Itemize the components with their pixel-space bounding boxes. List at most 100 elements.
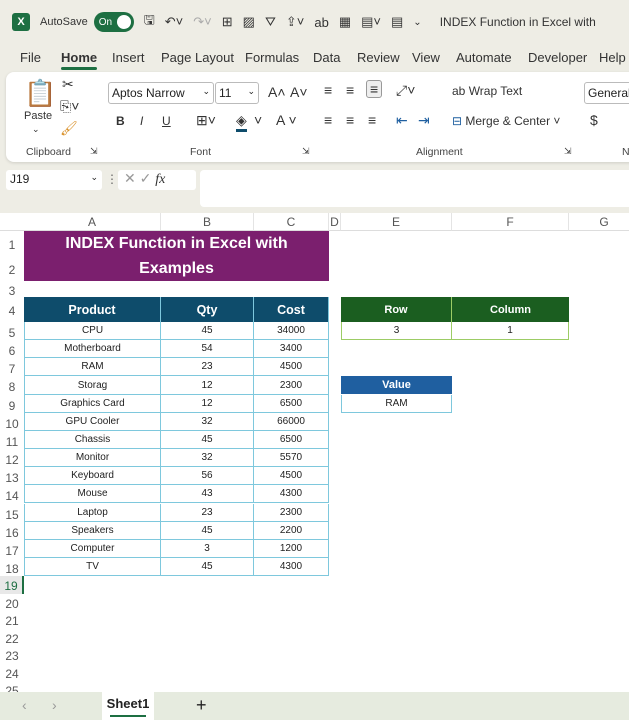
- column-header-c[interactable]: C: [254, 213, 329, 231]
- row-header-23[interactable]: 23: [0, 646, 24, 664]
- table-cell[interactable]: Motherboard: [24, 340, 161, 359]
- table-cell[interactable]: TV: [24, 557, 161, 577]
- copy-icon[interactable]: ⎘˅: [60, 98, 79, 115]
- customize-toolbar-icon[interactable]: ⌄: [413, 17, 421, 28]
- borders-icon[interactable]: ⊞: [222, 14, 233, 30]
- currency-button[interactable]: $: [590, 112, 598, 128]
- row-header-11[interactable]: 11: [0, 430, 24, 450]
- row-header-18[interactable]: 18: [0, 557, 24, 577]
- font-size-select[interactable]: 11 ⌄: [215, 82, 259, 104]
- value-header[interactable]: Value: [341, 376, 452, 395]
- value-result[interactable]: RAM: [341, 394, 452, 413]
- table-cell[interactable]: 66000: [254, 412, 329, 431]
- select-all-corner[interactable]: [0, 213, 24, 231]
- add-sheet-icon[interactable]: +: [196, 695, 207, 716]
- bold-button[interactable]: B: [116, 114, 125, 128]
- tab-help[interactable]: Help: [599, 50, 626, 65]
- table-cell[interactable]: 45: [161, 430, 254, 450]
- borders-button-icon[interactable]: ⊞˅: [196, 112, 216, 129]
- underline-button[interactable]: U: [162, 114, 171, 128]
- table-cell[interactable]: 23: [161, 358, 254, 377]
- table-cell[interactable]: Chassis: [24, 430, 161, 450]
- row-header-20[interactable]: 20: [0, 593, 24, 612]
- table-cell[interactable]: 5570: [254, 449, 329, 468]
- tab-automate[interactable]: Automate: [456, 50, 512, 65]
- table-cell[interactable]: 12: [161, 394, 254, 413]
- clipboard-launcher-icon[interactable]: ⇲: [90, 146, 98, 157]
- table-cell[interactable]: Mouse: [24, 485, 161, 504]
- table-cell[interactable]: 56: [161, 467, 254, 486]
- prev-sheet-icon[interactable]: ‹: [22, 697, 27, 713]
- column-header-b[interactable]: B: [161, 213, 254, 231]
- row-header-10[interactable]: 10: [0, 412, 24, 431]
- alignment-launcher-icon[interactable]: ⇲: [564, 146, 572, 157]
- tab-home[interactable]: Home: [61, 50, 98, 70]
- table-cell[interactable]: 2200: [254, 521, 329, 540]
- table-cell[interactable]: 3400: [254, 340, 329, 359]
- picture-icon[interactable]: ▨: [243, 14, 255, 30]
- column-header-a[interactable]: A: [24, 213, 161, 231]
- autosave-toggle[interactable]: On: [93, 12, 134, 32]
- row-header-1[interactable]: 1: [0, 231, 24, 256]
- row-header-13[interactable]: 13: [0, 467, 24, 486]
- table-cell[interactable]: 4300: [254, 485, 329, 504]
- increase-font-icon[interactable]: A˄: [268, 84, 286, 100]
- table-cell[interactable]: 32: [161, 412, 254, 431]
- tab-developer[interactable]: Developer: [528, 50, 587, 65]
- row-header-19[interactable]: 19: [0, 576, 24, 594]
- table-cell[interactable]: 2300: [254, 503, 329, 522]
- filter-icon[interactable]: ⛛: [265, 14, 276, 30]
- merge-center-button[interactable]: ⊟ Merge & Center ˅: [452, 114, 560, 128]
- table-cell[interactable]: 4300: [254, 557, 329, 577]
- align-right-icon[interactable]: ≡: [368, 112, 376, 128]
- table-cell[interactable]: CPU: [24, 322, 161, 341]
- table-cell[interactable]: 32: [161, 449, 254, 468]
- fill-color-icon[interactable]: ◈: [236, 112, 247, 132]
- table-cell[interactable]: Keyboard: [24, 467, 161, 486]
- tab-review[interactable]: Review: [357, 50, 400, 65]
- row-header-15[interactable]: 15: [0, 503, 24, 522]
- row-header-2[interactable]: 2: [0, 256, 24, 281]
- align-left-icon[interactable]: ≡: [324, 112, 332, 128]
- column-header-f[interactable]: F: [452, 213, 569, 231]
- row-header-3[interactable]: 3: [0, 281, 24, 298]
- undo-icon[interactable]: ↶˅: [165, 14, 183, 30]
- column-header-e[interactable]: E: [341, 213, 452, 231]
- cancel-icon[interactable]: ✕: [124, 170, 140, 186]
- column-header-d[interactable]: D: [329, 213, 341, 231]
- worksheet-grid[interactable]: A B C D E F G 1 2 3 4 5 6 7 8 9 10 11 12 13 14 15 16 17 18 19 20 21…: [0, 213, 629, 699]
- tab-page-layout[interactable]: Page Layout: [161, 50, 234, 65]
- align-bottom-icon[interactable]: ≡: [366, 80, 383, 98]
- table-cell[interactable]: 34000: [254, 322, 329, 341]
- share-icon[interactable]: ⇪˅: [286, 14, 304, 30]
- lookup-column-header[interactable]: Column: [452, 297, 569, 322]
- table-cell[interactable]: 6500: [254, 394, 329, 413]
- italic-button[interactable]: I: [140, 114, 143, 128]
- table-cell[interactable]: RAM: [24, 358, 161, 377]
- decrease-indent-icon[interactable]: ⇤: [396, 112, 408, 129]
- align-center-icon[interactable]: ≡: [346, 112, 354, 128]
- save-icon[interactable]: 🖫: [144, 11, 155, 33]
- table-cell[interactable]: 45: [161, 557, 254, 577]
- cut-icon[interactable]: ✂: [62, 76, 74, 93]
- table-cell[interactable]: Graphics Card: [24, 394, 161, 413]
- row-header-9[interactable]: 9: [0, 394, 24, 413]
- row-header-22[interactable]: 22: [0, 628, 24, 647]
- row-header-14[interactable]: 14: [0, 485, 24, 504]
- table-cell[interactable]: 4500: [254, 358, 329, 377]
- wrap-text-button[interactable]: ab Wrap Text: [452, 84, 522, 98]
- table-cell[interactable]: Speakers: [24, 521, 161, 540]
- table-cell[interactable]: 43: [161, 485, 254, 504]
- calculator2-icon[interactable]: ▤: [391, 14, 403, 30]
- font-color-icon[interactable]: A ˅: [276, 112, 297, 128]
- tab-insert[interactable]: Insert: [112, 50, 145, 65]
- align-middle-icon[interactable]: ≡: [346, 82, 354, 98]
- row-header-8[interactable]: 8: [0, 376, 24, 395]
- tab-formulas[interactable]: Formulas: [245, 50, 299, 65]
- lookup-row-value[interactable]: 3: [341, 322, 452, 340]
- tab-file[interactable]: File: [20, 50, 41, 65]
- table-cell[interactable]: 23: [161, 503, 254, 522]
- paste-label[interactable]: Paste: [24, 110, 52, 122]
- font-name-select[interactable]: Aptos Narrow ⌄: [108, 82, 214, 104]
- table-cell[interactable]: 3: [161, 539, 254, 558]
